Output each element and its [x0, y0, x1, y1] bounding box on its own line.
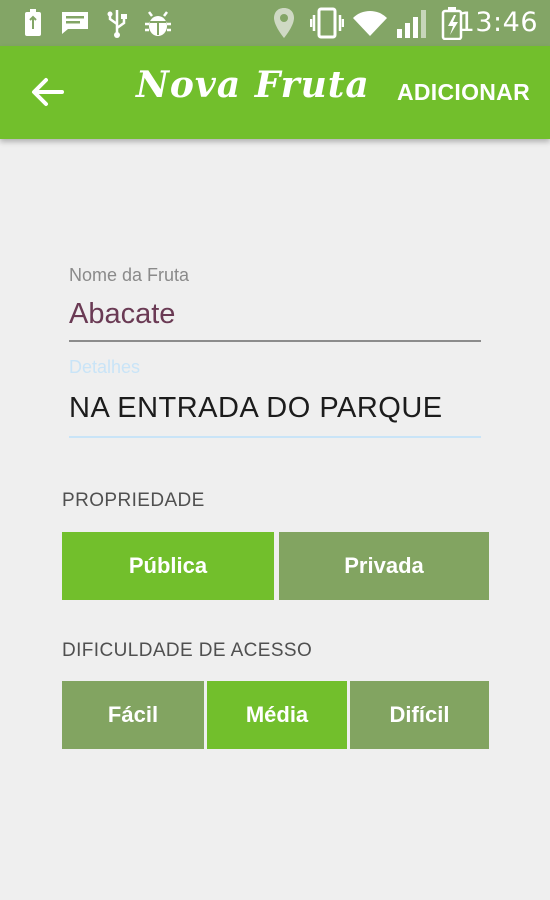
property-section-label: PROPRIEDADE	[62, 490, 205, 511]
app-bar: Nova Fruta ADICIONAR	[0, 46, 550, 139]
arrow-back-icon[interactable]	[28, 74, 68, 110]
clock: 13:46	[457, 7, 538, 38]
vibrate-icon	[310, 7, 344, 39]
property-public-button[interactable]: Pública	[62, 532, 274, 600]
property-private-button[interactable]: Privada	[279, 532, 489, 600]
usb-battery-icon	[22, 8, 44, 38]
wifi-icon	[352, 8, 388, 38]
difficulty-section-label: DIFICULDADE DE ACESSO	[62, 640, 313, 661]
page-title: Nova Fruta	[136, 64, 370, 106]
android-debug-icon	[143, 8, 173, 38]
difficulty-easy-button[interactable]: Fácil	[62, 681, 204, 749]
message-icon	[60, 8, 90, 38]
fruit-name-label: Nome da Fruta	[69, 265, 190, 285]
status-bar: 13:46	[0, 0, 550, 46]
difficulty-medium-button[interactable]: Média	[207, 681, 347, 749]
location-icon	[272, 8, 296, 38]
usb-icon	[105, 8, 129, 38]
details-input[interactable]: NA ENTRADA DO PARQUE	[69, 392, 481, 438]
signal-icon	[396, 8, 430, 38]
add-button[interactable]: ADICIONAR	[397, 79, 530, 106]
difficulty-hard-button[interactable]: Difícil	[350, 681, 489, 749]
fruit-name-input[interactable]: Abacate	[69, 298, 481, 342]
details-label: Detalhes	[69, 357, 141, 377]
